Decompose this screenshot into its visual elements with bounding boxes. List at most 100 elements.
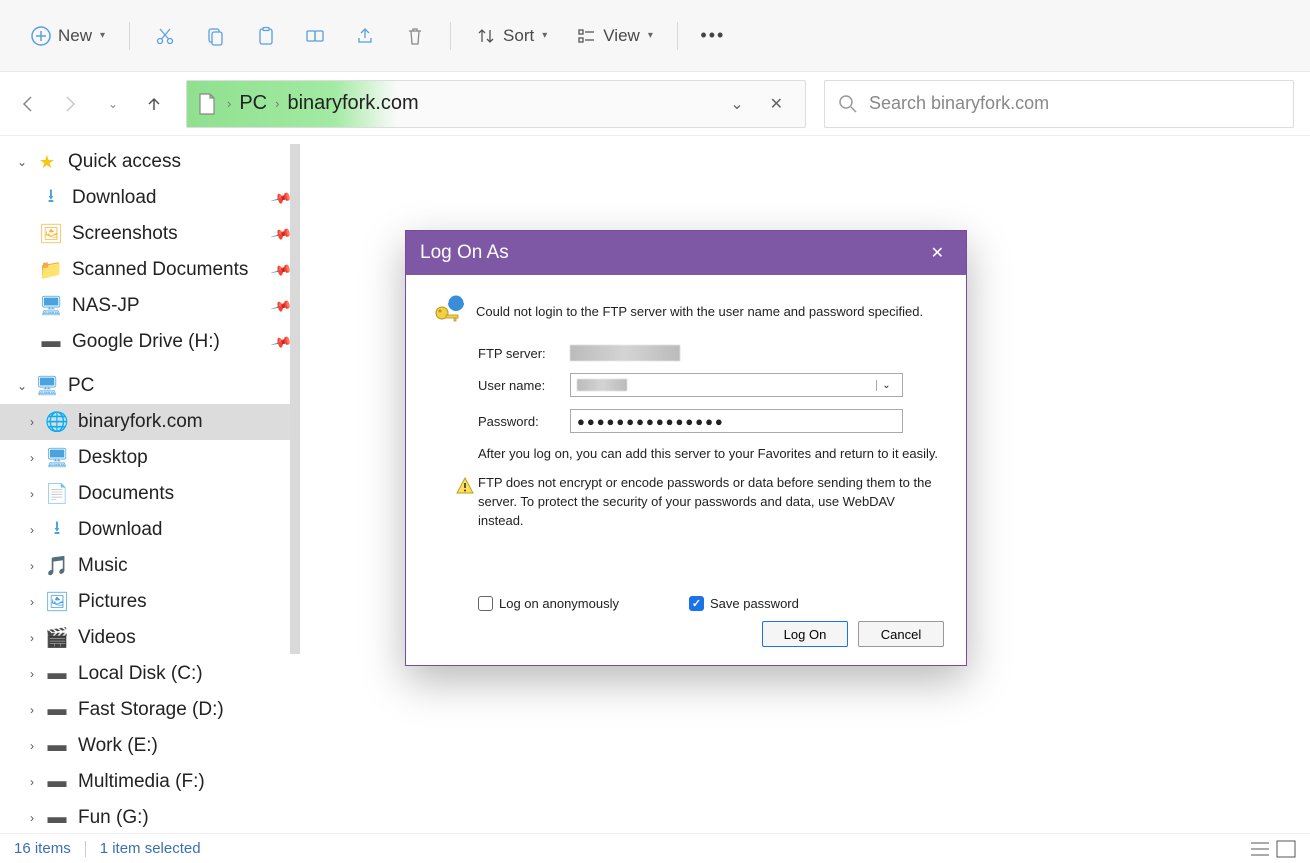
tree-quick-access[interactable]: ⌄ ★ Quick access bbox=[0, 144, 300, 180]
tree-item-scanned[interactable]: 📁 Scanned Documents 📌 bbox=[0, 252, 300, 288]
recent-dropdown[interactable]: ⌄ bbox=[92, 84, 132, 124]
tree-item-pictures[interactable]: › 🖼 Pictures bbox=[0, 584, 300, 620]
username-input[interactable]: ⌄ bbox=[570, 373, 903, 397]
pictures-icon: 🖼 bbox=[46, 591, 68, 613]
dialog-body: Could not login to the FTP server with t… bbox=[406, 275, 966, 665]
download-icon: ⭳ bbox=[46, 519, 68, 541]
back-button[interactable] bbox=[8, 84, 48, 124]
drive-icon: ▬ bbox=[46, 807, 68, 829]
pc-icon: 🖥 bbox=[36, 375, 58, 397]
chevron-down-icon[interactable]: ⌄ bbox=[876, 380, 896, 391]
breadcrumb-dropdown[interactable]: ⌄ bbox=[718, 88, 755, 120]
forward-button[interactable] bbox=[50, 84, 90, 124]
tree-label: Download bbox=[72, 187, 269, 209]
paste-button[interactable] bbox=[244, 19, 286, 53]
tree-item-videos[interactable]: › 🎬 Videos bbox=[0, 620, 300, 656]
tree-item-fast-d[interactable]: › ▬ Fast Storage (D:) bbox=[0, 692, 300, 728]
chevron-right-icon: › bbox=[22, 667, 42, 681]
chevron-right-icon: › bbox=[22, 631, 42, 645]
dialog-error-text: Could not login to the FTP server with t… bbox=[472, 300, 944, 319]
tree-label: Fast Storage (D:) bbox=[78, 699, 290, 721]
share-icon bbox=[354, 25, 376, 47]
chevron-right-icon: › bbox=[22, 487, 42, 501]
separator bbox=[677, 22, 678, 50]
folder-icon: 🖼 bbox=[40, 223, 62, 245]
tree-item-screenshots[interactable]: 🖼 Screenshots 📌 bbox=[0, 216, 300, 252]
status-selected: 1 item selected bbox=[100, 840, 201, 857]
details-view-button[interactable] bbox=[1250, 840, 1270, 858]
rename-icon bbox=[304, 25, 326, 47]
drive-icon: ▬ bbox=[46, 735, 68, 757]
status-item-count: 16 items bbox=[14, 840, 71, 857]
tree-item-desktop[interactable]: › 🖥 Desktop bbox=[0, 440, 300, 476]
anonymous-checkbox[interactable]: Log on anonymously bbox=[478, 596, 619, 611]
rename-button[interactable] bbox=[294, 19, 336, 53]
save-password-checkbox[interactable]: ✓ Save password bbox=[689, 596, 799, 611]
copy-button[interactable] bbox=[194, 19, 236, 53]
cancel-button[interactable]: Cancel bbox=[858, 621, 944, 647]
breadcrumb[interactable]: › PC › binaryfork.com ⌄ ✕ bbox=[186, 80, 806, 128]
tree-item-gdrive[interactable]: ▬ Google Drive (H:) 📌 bbox=[0, 324, 300, 360]
checkbox-icon bbox=[478, 596, 493, 611]
password-input[interactable]: ●●●●●●●●●●●●●●● bbox=[570, 409, 903, 433]
tree-pc[interactable]: ⌄ 🖥 PC bbox=[0, 368, 300, 404]
tree-label: Documents bbox=[78, 483, 290, 505]
videos-icon: 🎬 bbox=[46, 627, 68, 649]
separator bbox=[450, 22, 451, 50]
tree-item-download2[interactable]: › ⭳ Download bbox=[0, 512, 300, 548]
ftp-server-value bbox=[570, 345, 680, 361]
tree-label: Work (E:) bbox=[78, 735, 290, 757]
delete-button[interactable] bbox=[394, 19, 436, 53]
chevron-right-icon: › bbox=[22, 451, 42, 465]
tree-item-local-c[interactable]: › ▬ Local Disk (C:) bbox=[0, 656, 300, 692]
chevron-right-icon: › bbox=[22, 559, 42, 573]
monitor-icon: 🖥 bbox=[40, 295, 62, 317]
tree-item-nas[interactable]: 🖥 NAS-JP 📌 bbox=[0, 288, 300, 324]
sidebar: ⌄ ★ Quick access ⭳ Download 📌 🖼 Screensh… bbox=[0, 136, 300, 833]
logon-button[interactable]: Log On bbox=[762, 621, 848, 647]
up-button[interactable] bbox=[134, 84, 174, 124]
documents-icon: 📄 bbox=[46, 483, 68, 505]
checkbox-checked-icon: ✓ bbox=[689, 596, 704, 611]
new-button[interactable]: New ▾ bbox=[20, 19, 115, 53]
chevron-right-icon: › bbox=[22, 415, 42, 429]
view-label: View bbox=[603, 26, 640, 46]
tree-item-multimedia-f[interactable]: › ▬ Multimedia (F:) bbox=[0, 764, 300, 800]
key-globe-icon bbox=[428, 291, 472, 327]
tree-label: Desktop bbox=[78, 447, 290, 469]
more-icon: ••• bbox=[702, 25, 724, 47]
chevron-down-icon: ▾ bbox=[100, 30, 105, 41]
search-input[interactable] bbox=[869, 81, 1281, 127]
breadcrumb-pc[interactable]: PC bbox=[231, 92, 275, 115]
tree-label: Videos bbox=[78, 627, 290, 649]
search-icon bbox=[837, 93, 859, 115]
breadcrumb-close[interactable]: ✕ bbox=[756, 88, 797, 120]
tree-item-documents[interactable]: › 📄 Documents bbox=[0, 476, 300, 512]
tree-item-download[interactable]: ⭳ Download 📌 bbox=[0, 180, 300, 216]
more-button[interactable]: ••• bbox=[692, 19, 734, 53]
username-value bbox=[577, 379, 627, 391]
cut-button[interactable] bbox=[144, 19, 186, 53]
chevron-down-icon: ▾ bbox=[648, 30, 653, 41]
share-button[interactable] bbox=[344, 19, 386, 53]
tree-item-binaryfork[interactable]: › 🌐 binaryfork.com bbox=[0, 404, 300, 440]
tree-item-fun-g[interactable]: › ▬ Fun (G:) bbox=[0, 800, 300, 833]
search-box[interactable] bbox=[824, 80, 1294, 128]
tree-item-music[interactable]: › 🎵 Music bbox=[0, 548, 300, 584]
navigation-row: ⌄ › PC › binaryfork.com ⌄ ✕ bbox=[0, 72, 1310, 136]
sort-button[interactable]: Sort ▾ bbox=[465, 19, 557, 53]
breadcrumb-location[interactable]: binaryfork.com bbox=[279, 92, 426, 115]
folder-icon: 📁 bbox=[40, 259, 62, 281]
tree-label: Google Drive (H:) bbox=[72, 331, 269, 353]
tree-label: Fun (G:) bbox=[78, 807, 290, 829]
view-button[interactable]: View ▾ bbox=[565, 19, 663, 53]
thumbnails-view-button[interactable] bbox=[1276, 840, 1296, 858]
scrollbar[interactable] bbox=[290, 144, 300, 654]
save-password-label: Save password bbox=[710, 596, 799, 611]
close-button[interactable]: ✕ bbox=[923, 237, 952, 269]
tree-label: binaryfork.com bbox=[78, 411, 290, 433]
sort-label: Sort bbox=[503, 26, 534, 46]
tree-item-work-e[interactable]: › ▬ Work (E:) bbox=[0, 728, 300, 764]
scissors-icon bbox=[154, 25, 176, 47]
globe-folder-icon: 🌐 bbox=[46, 411, 68, 433]
